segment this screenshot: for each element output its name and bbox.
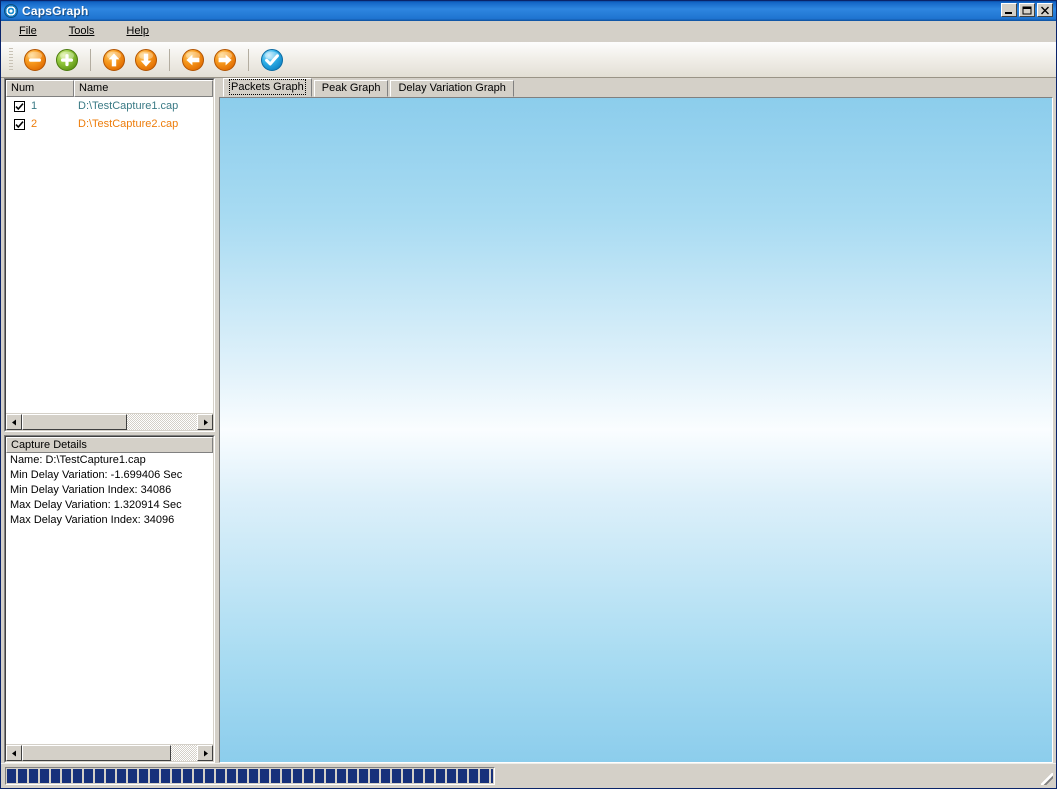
add-capture-button[interactable] xyxy=(54,47,80,73)
scroll-thumb[interactable] xyxy=(22,414,127,430)
column-header-name[interactable]: Name xyxy=(74,80,213,97)
scroll-left-button[interactable] xyxy=(6,745,22,761)
graph-background xyxy=(220,98,1052,762)
status-blank-cell xyxy=(497,767,1052,785)
file-list-hscrollbar[interactable] xyxy=(6,413,213,430)
menu-file-label: File xyxy=(19,25,37,37)
move-left-button[interactable] xyxy=(180,47,206,73)
tab-packets-graph[interactable]: Packets Graph xyxy=(223,78,312,97)
minus-icon xyxy=(24,48,46,71)
tab-delay-variation-graph-label: Delay Variation Graph xyxy=(398,82,506,94)
tab-peak-graph-label: Peak Graph xyxy=(321,82,381,94)
capture-details-panel: Capture Details Name: D:\TestCapture1.ca… xyxy=(4,435,215,763)
window-controls xyxy=(1001,3,1053,17)
capsgraph-window: CapsGraph File Tools Help Num Name 1 D:\… xyxy=(0,0,1057,789)
file-list-rows: 1 D:\TestCapture1.cap 2 D:\TestCapture2.… xyxy=(6,97,213,413)
capture-details-hscrollbar[interactable] xyxy=(6,744,213,761)
check-icon xyxy=(261,48,283,71)
capture-file-list: Num Name 1 D:\TestCapture1.cap 2 D:\Test… xyxy=(4,78,215,432)
detail-max-delay-variation-index: Max Delay Variation Index: 34096 xyxy=(10,514,175,526)
status-bar xyxy=(1,763,1056,788)
scroll-track[interactable] xyxy=(22,745,197,761)
menu-tools[interactable]: Tools xyxy=(65,23,99,39)
window-title: CapsGraph xyxy=(22,4,89,18)
app-target-icon xyxy=(4,4,18,18)
menu-help[interactable]: Help xyxy=(122,23,153,39)
toolbar-separator xyxy=(248,48,249,71)
menu-tools-label: Tools xyxy=(68,25,95,37)
scroll-right-button[interactable] xyxy=(197,414,213,430)
tab-delay-variation-graph[interactable]: Delay Variation Graph xyxy=(390,80,514,97)
maximize-button[interactable] xyxy=(1019,3,1035,17)
main-area: Num Name 1 D:\TestCapture1.cap 2 D:\Test… xyxy=(1,78,1056,763)
graph-tabs: Packets Graph Peak Graph Delay Variation… xyxy=(219,78,1053,97)
detail-min-delay-variation-index: Min Delay Variation Index: 34086 xyxy=(10,484,172,496)
table-row[interactable]: 2 D:\TestCapture2.cap xyxy=(6,115,213,133)
menu-bar: File Tools Help xyxy=(1,21,1056,42)
toolbar xyxy=(1,42,1056,78)
row-name: D:\TestCapture2.cap xyxy=(78,118,179,130)
close-button[interactable] xyxy=(1037,3,1053,17)
row-checkbox[interactable] xyxy=(14,100,25,112)
scroll-thumb[interactable] xyxy=(22,745,171,761)
toolbar-separator xyxy=(90,48,91,71)
capture-details-rows: Name: D:\TestCapture1.cap Min Delay Vari… xyxy=(6,453,213,744)
resize-gripper[interactable] xyxy=(1041,773,1053,785)
move-down-button[interactable] xyxy=(133,47,159,73)
left-panel: Num Name 1 D:\TestCapture1.cap 2 D:\Test… xyxy=(4,78,215,763)
remove-capture-button[interactable] xyxy=(22,47,48,73)
progress-bar xyxy=(7,769,493,783)
graph-panel: Packets Graph Peak Graph Delay Variation… xyxy=(219,78,1053,763)
progress-cell xyxy=(5,767,495,785)
toolbar-separator xyxy=(169,48,170,71)
arrow-up-icon xyxy=(103,48,125,71)
menu-file[interactable]: File xyxy=(15,23,41,39)
row-num: 2 xyxy=(31,118,38,130)
scroll-left-button[interactable] xyxy=(6,414,22,430)
move-right-button[interactable] xyxy=(212,47,238,73)
plus-icon xyxy=(56,48,78,71)
menu-help-label: Help xyxy=(126,25,150,37)
toolbar-grip[interactable] xyxy=(9,47,13,72)
tab-packets-graph-label: Packets Graph xyxy=(229,79,306,95)
row-name: D:\TestCapture1.cap xyxy=(78,100,179,112)
minimize-button[interactable] xyxy=(1001,3,1017,17)
arrow-right-icon xyxy=(214,48,236,71)
arrow-left-icon xyxy=(182,48,204,71)
tab-peak-graph[interactable]: Peak Graph xyxy=(313,80,389,97)
detail-name: Name: D:\TestCapture1.cap xyxy=(10,454,146,466)
detail-max-delay-variation: Max Delay Variation: 1.320914 Sec xyxy=(10,499,182,511)
move-up-button[interactable] xyxy=(101,47,127,73)
progress-bar-fill xyxy=(7,769,493,783)
scroll-track[interactable] xyxy=(22,414,197,430)
column-header-num[interactable]: Num xyxy=(6,80,74,97)
detail-min-delay-variation: Min Delay Variation: -1.699406 Sec xyxy=(10,469,183,481)
title-bar: CapsGraph xyxy=(1,1,1056,21)
packets-graph[interactable]: 5475460533606254590209631138144617144146… xyxy=(219,97,1053,763)
row-num: 1 xyxy=(31,100,38,112)
apply-button[interactable] xyxy=(259,47,285,73)
row-checkbox[interactable] xyxy=(14,118,25,130)
arrow-down-icon xyxy=(135,48,157,71)
scroll-right-button[interactable] xyxy=(197,745,213,761)
capture-details-title: Capture Details xyxy=(6,437,213,453)
file-list-header: Num Name xyxy=(6,80,213,97)
table-row[interactable]: 1 D:\TestCapture1.cap xyxy=(6,97,213,115)
